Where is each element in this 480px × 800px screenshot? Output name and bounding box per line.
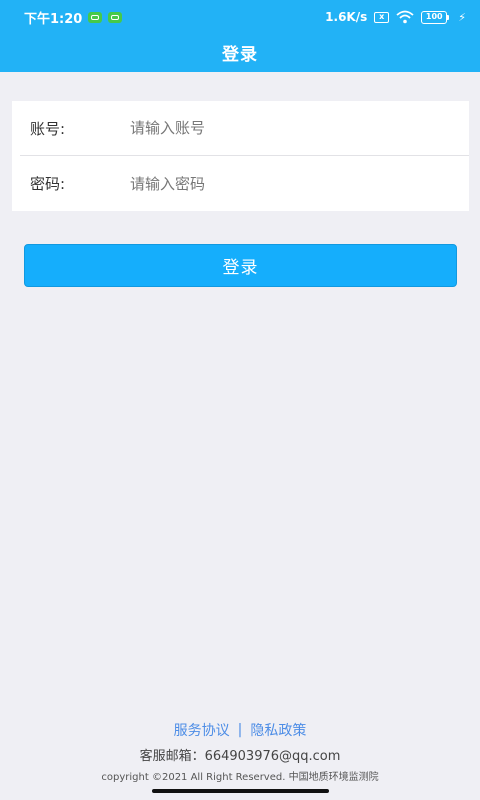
copyright-text: copyright ©2021 All Right Reserved. 中国地质… <box>101 772 379 783</box>
charging-icon: ⚡ <box>458 10 466 24</box>
app-notification-icon <box>108 11 123 23</box>
battery-level: 100 <box>421 10 448 24</box>
status-time: 下午1:20 <box>24 11 83 27</box>
password-row: 密码: <box>20 156 469 211</box>
battery-icon: 100 <box>421 10 450 24</box>
link-separator: | <box>237 722 243 738</box>
battery-tip <box>447 14 450 20</box>
status-right: 1.6K/s x 100 ⚡ <box>325 10 466 24</box>
app-header: 下午1:20 1.6K/s x 100 ⚡ 登录 <box>0 0 480 72</box>
status-left: 下午1:20 <box>24 8 123 27</box>
footer-links: 服务协议 | 隐私政策 <box>0 720 480 740</box>
login-form: 账号: 密码: <box>12 101 469 211</box>
account-label: 账号: <box>30 119 66 138</box>
password-input[interactable] <box>116 163 469 204</box>
account-input[interactable] <box>116 108 469 148</box>
status-bar: 下午1:20 1.6K/s x 100 ⚡ <box>0 0 480 34</box>
network-speed: 1.6K/s <box>325 10 368 24</box>
page-title: 登录 <box>222 45 258 65</box>
login-button[interactable]: 登录 <box>24 244 457 287</box>
wechat-notification-icon <box>88 11 103 23</box>
wifi-icon <box>396 10 414 24</box>
account-row: 账号: <box>20 101 469 156</box>
privacy-policy-link[interactable]: 隐私政策 <box>250 720 306 740</box>
sim-icon: x <box>374 11 390 23</box>
service-agreement-link[interactable]: 服务协议 <box>174 720 230 740</box>
password-label: 密码: <box>30 175 66 193</box>
home-indicator[interactable] <box>152 789 329 793</box>
support-email: 客服邮箱：664903976@qq.com <box>139 749 341 764</box>
footer: 服务协议 | 隐私政策 客服邮箱：664903976@qq.com copyri… <box>0 720 480 783</box>
